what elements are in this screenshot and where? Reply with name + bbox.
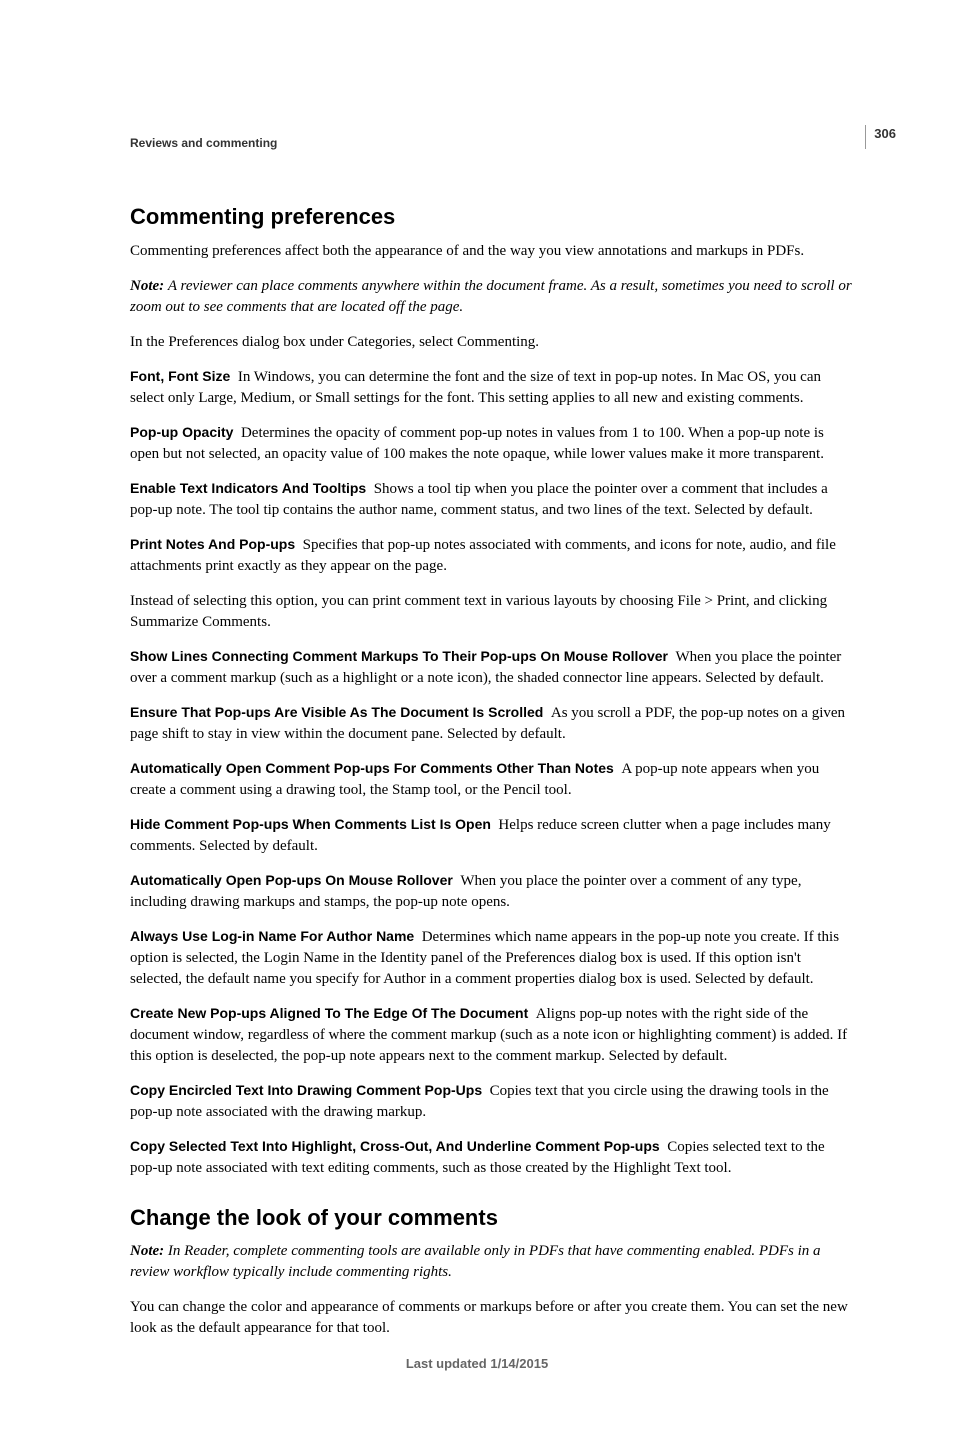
def-ensure-visible: Ensure That Pop-ups Are Visible As The D… bbox=[130, 703, 854, 745]
intro-paragraph: Commenting preferences affect both the a… bbox=[130, 241, 854, 262]
def-auto-open-other: Automatically Open Comment Pop-ups For C… bbox=[130, 759, 854, 801]
def-copy-selected: Copy Selected Text Into Highlight, Cross… bbox=[130, 1137, 854, 1179]
section2-body: You can change the color and appearance … bbox=[130, 1297, 854, 1339]
desc-font: In Windows, you can determine the font a… bbox=[130, 369, 821, 406]
breadcrumb: Reviews and commenting bbox=[130, 135, 854, 152]
def-hide-popups: Hide Comment Pop-ups When Comments List … bbox=[130, 815, 854, 857]
term-hide-popups: Hide Comment Pop-ups When Comments List … bbox=[130, 816, 491, 832]
note-paragraph: Note: A reviewer can place comments anyw… bbox=[130, 276, 854, 318]
term-aligned-edge: Create New Pop-ups Aligned To The Edge O… bbox=[130, 1005, 528, 1021]
term-tooltips: Enable Text Indicators And Tooltips bbox=[130, 480, 366, 496]
note-body: A reviewer can place comments anywhere w… bbox=[130, 278, 852, 315]
term-print-notes: Print Notes And Pop-ups bbox=[130, 536, 295, 552]
term-copy-encircled: Copy Encircled Text Into Drawing Comment… bbox=[130, 1082, 482, 1098]
def-print-notes: Print Notes And Pop-ups Specifies that p… bbox=[130, 535, 854, 577]
page-number: 306 bbox=[865, 125, 896, 149]
term-copy-selected: Copy Selected Text Into Highlight, Cross… bbox=[130, 1138, 660, 1154]
def-login-name: Always Use Log-in Name For Author Name D… bbox=[130, 927, 854, 990]
heading-commenting-preferences: Commenting preferences bbox=[130, 202, 854, 233]
note2-body: In Reader, complete commenting tools are… bbox=[130, 1243, 821, 1280]
term-auto-open-other: Automatically Open Comment Pop-ups For C… bbox=[130, 760, 614, 776]
desc-opacity: Determines the opacity of comment pop-up… bbox=[130, 425, 824, 462]
pref-line: In the Preferences dialog box under Cate… bbox=[130, 332, 854, 353]
term-ensure-visible: Ensure That Pop-ups Are Visible As The D… bbox=[130, 704, 543, 720]
def-tooltips: Enable Text Indicators And Tooltips Show… bbox=[130, 479, 854, 521]
term-auto-open-rollover: Automatically Open Pop-ups On Mouse Roll… bbox=[130, 872, 453, 888]
heading-change-look: Change the look of your comments bbox=[130, 1203, 854, 1234]
term-opacity: Pop-up Opacity bbox=[130, 424, 233, 440]
note2-label: Note: bbox=[130, 1243, 168, 1259]
def-show-lines: Show Lines Connecting Comment Markups To… bbox=[130, 647, 854, 689]
footer-last-updated: Last updated 1/14/2015 bbox=[0, 1355, 954, 1373]
note-label: Note: bbox=[130, 278, 168, 294]
term-login-name: Always Use Log-in Name For Author Name bbox=[130, 928, 414, 944]
print-extra: Instead of selecting this option, you ca… bbox=[130, 591, 854, 633]
note2-paragraph: Note: In Reader, complete commenting too… bbox=[130, 1241, 854, 1283]
def-copy-encircled: Copy Encircled Text Into Drawing Comment… bbox=[130, 1081, 854, 1123]
term-font: Font, Font Size bbox=[130, 368, 230, 384]
def-auto-open-rollover: Automatically Open Pop-ups On Mouse Roll… bbox=[130, 871, 854, 913]
def-opacity: Pop-up Opacity Determines the opacity of… bbox=[130, 423, 854, 465]
term-show-lines: Show Lines Connecting Comment Markups To… bbox=[130, 648, 668, 664]
def-font: Font, Font Size In Windows, you can dete… bbox=[130, 367, 854, 409]
def-aligned-edge: Create New Pop-ups Aligned To The Edge O… bbox=[130, 1004, 854, 1067]
page: 306 Reviews and commenting Commenting pr… bbox=[0, 0, 954, 1433]
